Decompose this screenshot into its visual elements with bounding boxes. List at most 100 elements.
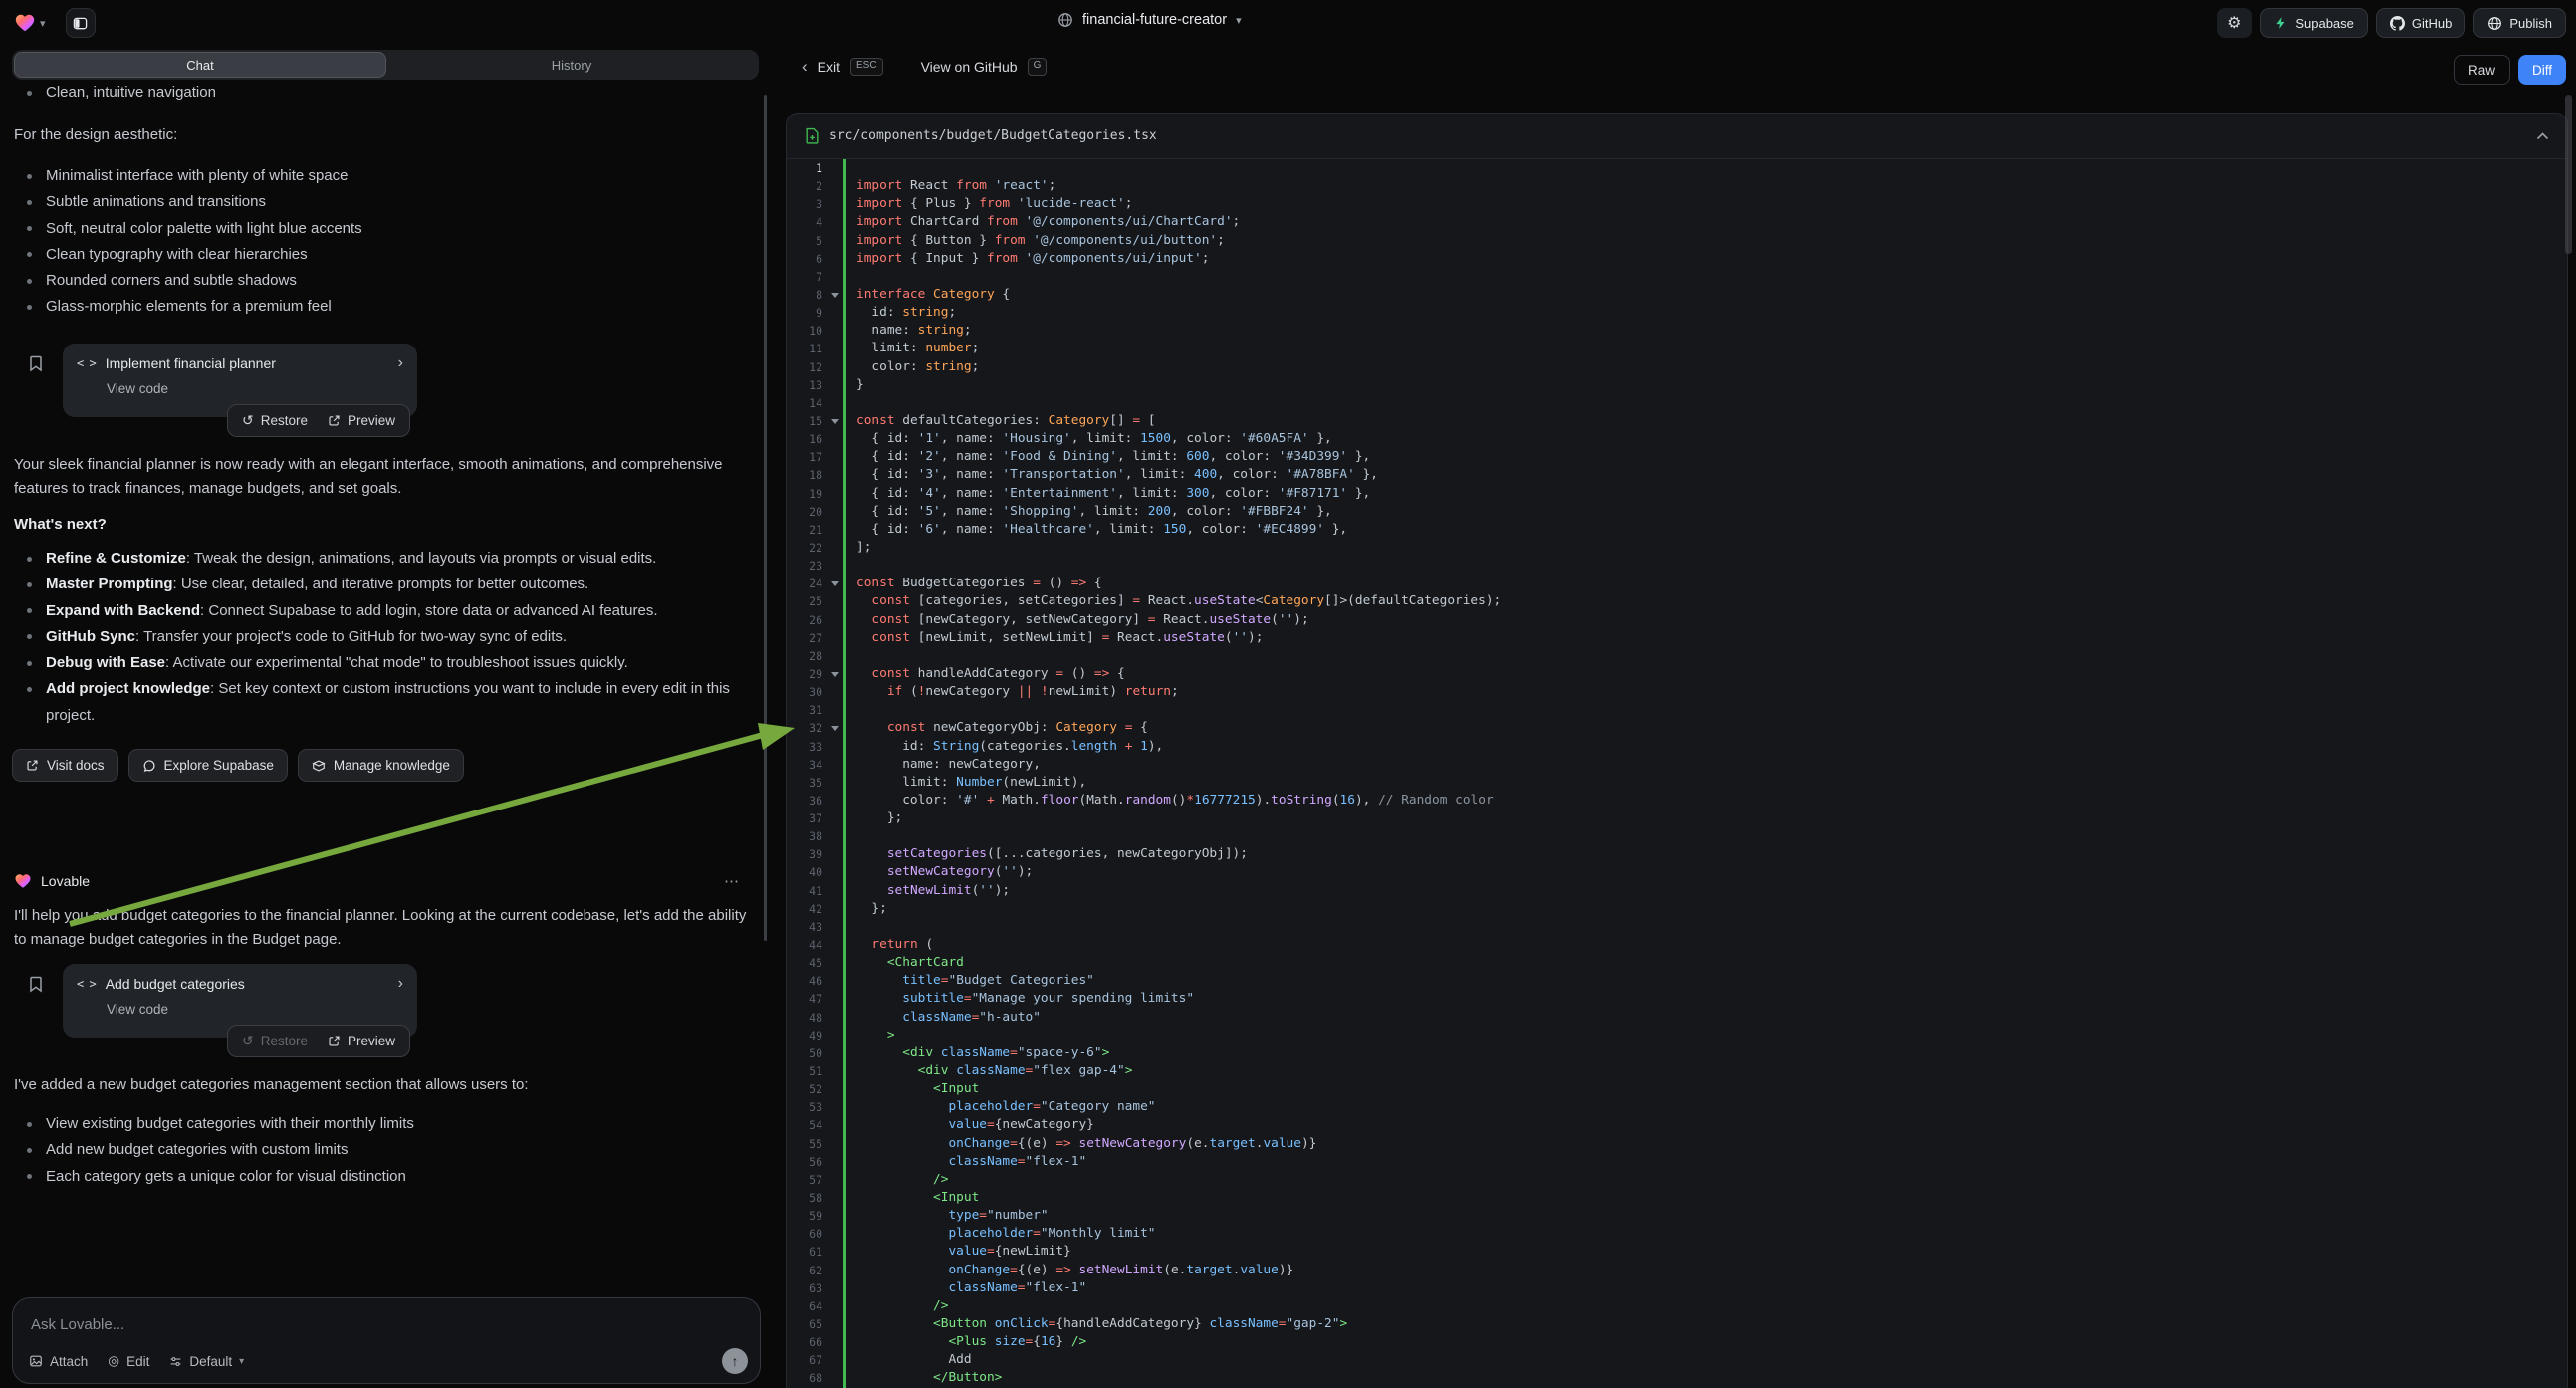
line-number: 30 bbox=[787, 683, 828, 701]
fold-toggle[interactable] bbox=[828, 575, 843, 592]
code-line: 8interface Category { bbox=[787, 286, 2567, 304]
code-line: 26 const [newCategory, setNewCategory] =… bbox=[787, 611, 2567, 629]
line-number: 5 bbox=[787, 232, 828, 250]
code-line: 36 color: '#' + Math.floor(Math.random()… bbox=[787, 792, 2567, 810]
line-number: 42 bbox=[787, 900, 828, 918]
code-line: 19 { id: '4', name: 'Entertainment', lim… bbox=[787, 485, 2567, 503]
bookmark-icon[interactable] bbox=[27, 975, 45, 993]
file-path: src/components/budget/BudgetCategories.t… bbox=[829, 128, 1157, 143]
code-line: 48 className="h-auto" bbox=[787, 1009, 2567, 1027]
code-line: 6import { Input } from '@/components/ui/… bbox=[787, 250, 2567, 268]
version-card-header[interactable]: < > Implement financial planner › bbox=[77, 354, 403, 372]
lovable-logo-icon[interactable] bbox=[14, 12, 36, 34]
code-line: 27 const [newLimit, setNewLimit] = React… bbox=[787, 629, 2567, 647]
preview-button[interactable]: Preview bbox=[328, 413, 395, 428]
restore-button[interactable]: ↺ Restore bbox=[242, 412, 308, 429]
code-line: 46 title="Budget Categories" bbox=[787, 972, 2567, 990]
line-number: 15 bbox=[787, 412, 828, 430]
mode-select[interactable]: Default ▾ bbox=[169, 1354, 244, 1369]
line-number: 33 bbox=[787, 738, 828, 756]
settings-button[interactable]: ⚙ bbox=[2217, 8, 2252, 38]
fold-toggle[interactable] bbox=[828, 719, 843, 737]
line-number: 20 bbox=[787, 503, 828, 521]
fold-toggle[interactable] bbox=[828, 412, 843, 430]
globe-icon bbox=[1057, 12, 1073, 28]
attach-button[interactable]: Attach bbox=[29, 1354, 88, 1369]
target-icon: ◎ bbox=[108, 1353, 119, 1369]
publish-button[interactable]: Publish bbox=[2473, 8, 2566, 38]
supabase-button[interactable]: Supabase bbox=[2260, 8, 2368, 38]
line-number: 39 bbox=[787, 845, 828, 863]
chat-scrollbar[interactable] bbox=[764, 95, 767, 941]
tab-history[interactable]: History bbox=[386, 52, 757, 78]
chevron-down-icon[interactable]: ▾ bbox=[40, 17, 46, 30]
supabase-label: Supabase bbox=[2295, 16, 2354, 31]
code-line: 22]; bbox=[787, 539, 2567, 557]
publish-label: Publish bbox=[2509, 16, 2552, 31]
message-menu-button[interactable]: ⋯ bbox=[724, 872, 739, 890]
bookmark-icon[interactable] bbox=[27, 354, 45, 372]
code-lines[interactable]: 12import React from 'react';3import { Pl… bbox=[787, 159, 2567, 1388]
version-title: Implement financial planner bbox=[106, 355, 388, 371]
line-number: 16 bbox=[787, 430, 828, 448]
manage-knowledge-button[interactable]: Manage knowledge bbox=[298, 749, 464, 782]
tab-chat[interactable]: Chat bbox=[14, 52, 386, 78]
restore-button-disabled[interactable]: ↺ Restore bbox=[242, 1033, 308, 1049]
line-number: 40 bbox=[787, 863, 828, 881]
code-line: 38 bbox=[787, 827, 2567, 845]
restore-icon: ↺ bbox=[242, 1033, 254, 1049]
raw-button[interactable]: Raw bbox=[2454, 55, 2510, 85]
chat-history-tabs: Chat History bbox=[12, 50, 759, 80]
explore-supabase-button[interactable]: Explore Supabase bbox=[128, 749, 288, 782]
fold-toggle[interactable] bbox=[828, 665, 843, 683]
chevron-up-icon bbox=[2536, 132, 2549, 140]
visit-docs-button[interactable]: Visit docs bbox=[12, 749, 118, 782]
chat-composer[interactable]: Ask Lovable... Attach ◎ Edit bbox=[12, 1297, 761, 1384]
code-line: 54 value={newCategory} bbox=[787, 1116, 2567, 1134]
chat-input[interactable]: Ask Lovable... bbox=[31, 1316, 124, 1333]
list-item: Soft, neutral color palette with light b… bbox=[27, 216, 754, 242]
line-number: 51 bbox=[787, 1062, 828, 1080]
version-card-header[interactable]: < > Add budget categories › bbox=[77, 975, 403, 993]
line-number: 48 bbox=[787, 1009, 828, 1027]
github-button[interactable]: GitHub bbox=[2376, 8, 2465, 38]
line-number: 45 bbox=[787, 954, 828, 972]
exit-button[interactable]: Exit bbox=[818, 59, 840, 75]
code-line: 68 </Button> bbox=[787, 1369, 2567, 1387]
collapse-file-button[interactable] bbox=[2536, 132, 2549, 140]
sidebar-toggle-button[interactable] bbox=[66, 8, 96, 38]
code-file-card: src/components/budget/BudgetCategories.t… bbox=[786, 113, 2568, 1388]
line-number: 65 bbox=[787, 1315, 828, 1333]
code-line: 51 <div className="flex gap-4"> bbox=[787, 1062, 2567, 1080]
line-number: 4 bbox=[787, 213, 828, 231]
line-number: 54 bbox=[787, 1116, 828, 1134]
view-code-link[interactable]: View code bbox=[107, 381, 403, 396]
code-line: 59 type="number" bbox=[787, 1207, 2567, 1225]
line-number: 10 bbox=[787, 322, 828, 340]
codeview-scrollbar[interactable] bbox=[2565, 95, 2572, 254]
assistant-paragraph: I'll help you add budget categories to t… bbox=[14, 904, 759, 952]
lovable-app-window: ▾ financial-future-creator ▾ ⚙ Supabase bbox=[0, 0, 2576, 1388]
version-title: Add budget categories bbox=[106, 976, 388, 992]
line-number: 61 bbox=[787, 1243, 828, 1261]
project-switcher[interactable]: financial-future-creator ▾ bbox=[1057, 12, 1242, 28]
code-line: 57 /> bbox=[787, 1171, 2567, 1189]
send-button[interactable]: ↑ bbox=[722, 1348, 748, 1374]
view-code-link[interactable]: View code bbox=[107, 1002, 403, 1017]
preview-button[interactable]: Preview bbox=[328, 1034, 395, 1048]
chevron-left-icon[interactable]: ‹ bbox=[802, 57, 808, 77]
code-line: 16 { id: '1', name: 'Housing', limit: 15… bbox=[787, 430, 2567, 448]
view-on-github-link[interactable]: View on GitHub bbox=[921, 59, 1018, 75]
chevron-right-icon: › bbox=[398, 975, 403, 993]
code-line: 55 onChange={(e) => setNewCategory(e.tar… bbox=[787, 1135, 2567, 1153]
lovable-avatar-icon bbox=[14, 872, 32, 890]
fold-toggle[interactable] bbox=[828, 286, 843, 304]
github-label: GitHub bbox=[2412, 16, 2452, 31]
list-item: Minimalist interface with plenty of whit… bbox=[27, 163, 754, 189]
code-line: 29 const handleAddCategory = () => { bbox=[787, 665, 2567, 683]
line-number: 12 bbox=[787, 358, 828, 376]
file-header[interactable]: src/components/budget/BudgetCategories.t… bbox=[787, 114, 2567, 159]
diff-button[interactable]: Diff bbox=[2518, 55, 2566, 85]
assistant-paragraph: Your sleek financial planner is now read… bbox=[14, 453, 756, 501]
edit-button[interactable]: ◎ Edit bbox=[108, 1353, 149, 1369]
